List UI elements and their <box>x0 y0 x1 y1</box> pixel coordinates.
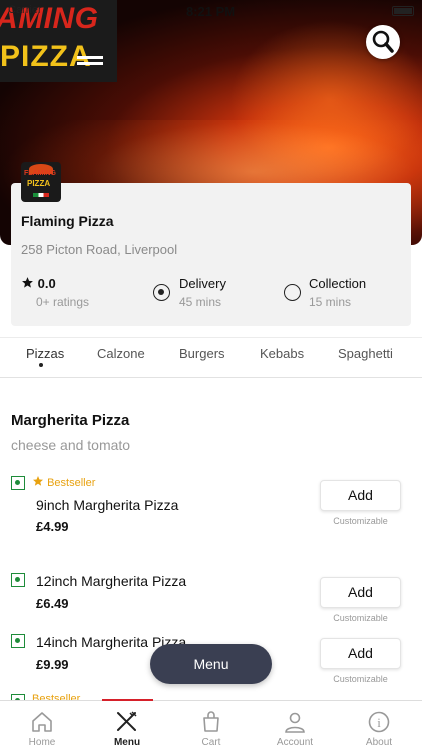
add-button[interactable]: Add <box>320 577 401 608</box>
tab-spaghetti[interactable]: Spaghetti <box>338 346 393 361</box>
tab-kebabs[interactable]: Kebabs <box>260 346 304 361</box>
svg-text:i: i <box>377 715 381 730</box>
rating-count: 0+ ratings <box>36 295 90 309</box>
section-subtitle: cheese and tomato <box>11 437 131 453</box>
bestseller-badge: Bestseller <box>32 475 95 489</box>
section-title: Margherita Pizza <box>11 412 130 429</box>
tab-calzone[interactable]: Calzone <box>97 346 145 361</box>
collection-radio[interactable] <box>284 284 301 301</box>
nav-label: Account <box>276 737 314 748</box>
home-icon <box>32 712 52 732</box>
info-icon: i <box>368 711 390 733</box>
item-name: 12inch Margherita Pizza <box>36 573 187 589</box>
item-name: 9inch Margherita Pizza <box>36 497 179 513</box>
flag-icon <box>33 193 49 197</box>
nav-menu[interactable]: Menu <box>85 701 169 750</box>
battery-icon <box>392 6 414 16</box>
status-bar: Carrier 8:21 PM <box>0 4 422 20</box>
veg-icon <box>11 476 25 490</box>
nav-label: Menu <box>113 737 141 748</box>
bag-icon <box>203 711 219 732</box>
add-button[interactable]: Add <box>320 480 401 511</box>
restaurant-address: 258 Picton Road, Liverpool <box>21 242 178 257</box>
item-price: £4.99 <box>36 519 69 534</box>
logo-stripe <box>77 56 103 59</box>
delivery-label[interactable]: Delivery <box>179 276 226 291</box>
fork-knife-icon <box>117 711 137 731</box>
customizable-note: Customizable <box>333 674 388 684</box>
nav-label: Cart <box>201 737 221 748</box>
delivery-time: 45 mins <box>179 295 222 309</box>
nav-cart[interactable]: Cart <box>169 701 253 750</box>
add-button[interactable]: Add <box>320 638 401 669</box>
veg-icon <box>11 573 25 587</box>
clock: 8:21 PM <box>186 4 236 19</box>
active-nav-indicator <box>102 699 153 701</box>
nav-label: About <box>365 737 393 748</box>
collection-label[interactable]: Collection <box>309 276 366 291</box>
rating-number: 0.0 <box>37 276 56 291</box>
nav-about[interactable]: i About <box>337 701 421 750</box>
restaurant-name: Flaming Pizza <box>21 213 114 229</box>
tab-burgers[interactable]: Burgers <box>179 346 225 361</box>
star-icon <box>22 277 33 288</box>
customizable-note: Customizable <box>333 613 388 623</box>
bestseller-label: Bestseller <box>47 477 96 489</box>
search-button[interactable] <box>366 25 400 59</box>
thumbnail-text: FLAMING <box>24 170 56 177</box>
active-tab-indicator <box>39 363 43 367</box>
customizable-note: Customizable <box>333 516 388 526</box>
bottom-nav: Home Menu Cart Account i About <box>0 700 422 750</box>
nav-account[interactable]: Account <box>253 701 337 750</box>
logo-stripe <box>77 62 103 65</box>
collection-time: 15 mins <box>309 295 352 309</box>
nav-home[interactable]: Home <box>0 701 84 750</box>
nav-label: Home <box>28 737 56 748</box>
tab-pizzas[interactable]: Pizzas <box>26 346 64 361</box>
user-icon <box>285 712 305 733</box>
search-icon <box>372 30 394 53</box>
item-price: £6.49 <box>36 596 69 611</box>
rating-value: 0.0 <box>21 276 56 291</box>
menu-float-button[interactable]: Menu <box>150 644 272 684</box>
category-tabs: Pizzas Calzone Burgers Kebabs Spaghetti <box>0 337 422 378</box>
star-icon <box>33 476 43 486</box>
item-price: £9.99 <box>36 657 69 672</box>
veg-icon <box>11 634 25 648</box>
carrier-label: Carrier <box>8 4 42 16</box>
restaurant-thumbnail: FLAMING PIZZA <box>21 162 61 202</box>
delivery-radio[interactable] <box>153 284 170 301</box>
thumbnail-text: PIZZA <box>27 179 51 188</box>
